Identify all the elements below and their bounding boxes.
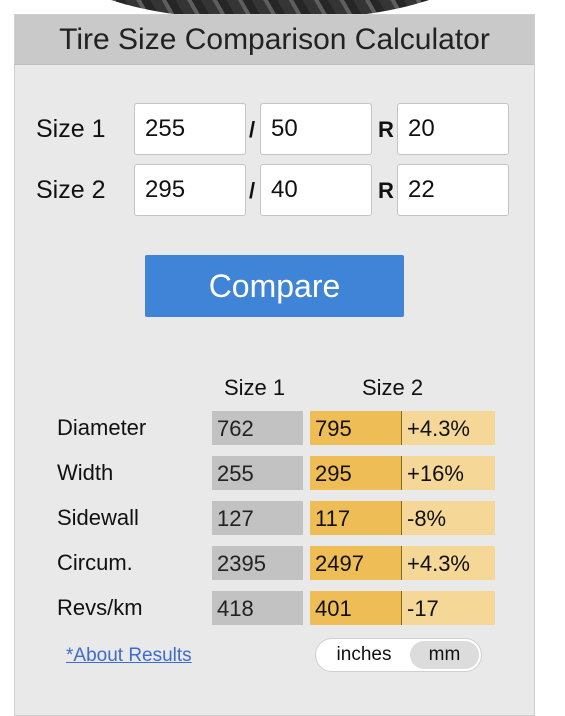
results-header-size-2: Size 2 <box>362 375 424 400</box>
result-row-diameter: Diameter 762 795 +4.3% <box>15 411 534 447</box>
result-label: Width <box>57 460 114 485</box>
result-label: Sidewall <box>57 505 139 530</box>
result-row-width: Width 255 295 +16% <box>15 456 534 492</box>
size-2-rim-input[interactable] <box>397 164 509 216</box>
size-1-width-input[interactable] <box>134 103 246 155</box>
size-2-bar: 401 -17 <box>310 591 495 625</box>
difference-value: +4.3% <box>407 416 470 441</box>
size-1-value: 2395 <box>212 546 303 580</box>
size-2-bar: 117 -8% <box>310 501 495 535</box>
size-2-bar: 2497 +4.3% <box>310 546 495 580</box>
calculator-title: Tire Size Comparison Calculator <box>15 15 534 65</box>
size-2-rim-marker: R <box>378 178 394 203</box>
difference-value: -17 <box>407 596 439 621</box>
compare-button[interactable]: Compare <box>145 255 404 317</box>
difference-value: +4.3% <box>407 551 470 576</box>
size-1-rim-marker: R <box>378 117 394 142</box>
size-2-bar: 795 +4.3% <box>310 411 495 445</box>
size-1-value: 762 <box>212 411 303 445</box>
size-2-width-input[interactable] <box>134 164 246 216</box>
size-2-slash: / <box>249 178 256 203</box>
size-1-rim-input[interactable] <box>397 103 509 155</box>
size-2-row: Size 2 / R <box>15 164 534 220</box>
unit-toggle: inches mm <box>315 638 482 672</box>
size-1-value: 255 <box>212 456 303 490</box>
size-1-value: 127 <box>212 501 303 535</box>
size-2-value: 117 <box>315 506 351 531</box>
size-2-value: 295 <box>315 461 352 486</box>
size-1-row: Size 1 / R <box>15 103 534 159</box>
result-row-revs: Revs/km 418 401 -17 <box>15 591 534 627</box>
size-1-aspect-input[interactable] <box>260 103 372 155</box>
unit-option-inches[interactable]: inches <box>320 641 408 669</box>
size-2-value: 2497 <box>315 551 364 576</box>
size-2-value: 401 <box>315 596 352 621</box>
result-row-sidewall: Sidewall 127 117 -8% <box>15 501 534 537</box>
size-2-bar: 295 +16% <box>310 456 495 490</box>
size-1-value: 418 <box>212 591 303 625</box>
result-label: Revs/km <box>57 595 143 620</box>
result-label: Diameter <box>57 415 147 440</box>
size-1-label: Size 1 <box>36 115 106 143</box>
about-results-link[interactable]: *About Results <box>66 645 192 667</box>
size-1-slash: / <box>249 117 256 142</box>
calculator-panel: Tire Size Comparison Calculator Size 1 /… <box>14 14 535 716</box>
difference-value: -8% <box>407 506 447 531</box>
difference-value: +16% <box>407 461 464 486</box>
size-2-label: Size 2 <box>36 176 106 204</box>
result-label: Circum. <box>57 550 133 575</box>
results-header-size-1: Size 1 <box>224 375 286 400</box>
result-row-circumference: Circum. 2395 2497 +4.3% <box>15 546 534 582</box>
size-2-value: 795 <box>315 416 352 441</box>
unit-option-mm[interactable]: mm <box>410 641 479 669</box>
size-2-aspect-input[interactable] <box>260 164 372 216</box>
